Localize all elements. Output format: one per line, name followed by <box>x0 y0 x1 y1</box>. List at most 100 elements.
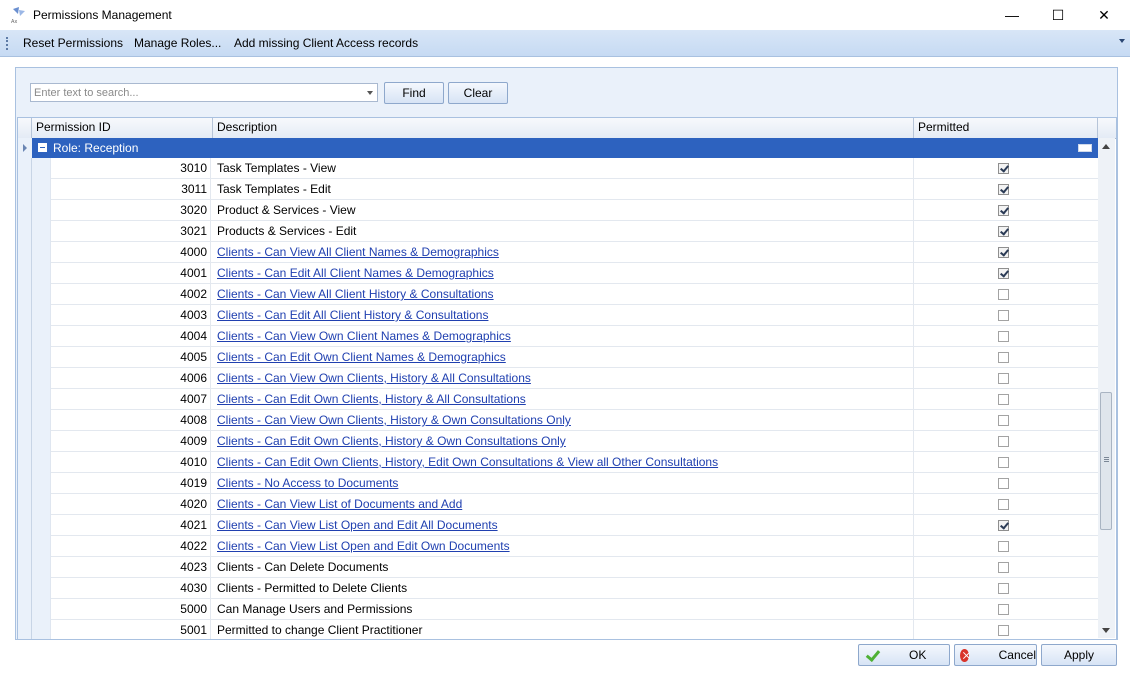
permitted-checkbox[interactable] <box>998 163 1009 174</box>
table-row[interactable]: 4000 Clients - Can View All Client Names … <box>18 242 1098 263</box>
permitted-checkbox[interactable] <box>998 583 1009 594</box>
permitted-checkbox[interactable] <box>998 541 1009 552</box>
permitted-checkbox[interactable] <box>998 436 1009 447</box>
scroll-thumb[interactable] <box>1100 392 1112 530</box>
description-cell[interactable]: Clients - Can View List Open and Edit Ow… <box>213 536 914 557</box>
table-row[interactable]: 4023 Clients - Can Delete Documents <box>18 557 1098 578</box>
menu-manage-roles[interactable]: Manage Roles... <box>134 36 221 50</box>
permitted-checkbox[interactable] <box>998 289 1009 300</box>
description-cell[interactable]: Clients - Can View Own Clients, History … <box>213 368 914 389</box>
row-indicator[interactable] <box>18 620 32 639</box>
description-cell[interactable]: Clients - Can View List of Documents and… <box>213 494 914 515</box>
permitted-checkbox[interactable] <box>998 562 1009 573</box>
row-indicator[interactable] <box>18 326 32 347</box>
description-cell[interactable]: Clients - Can Edit Own Clients, History,… <box>213 452 914 473</box>
group-panel-icon[interactable] <box>1078 144 1092 152</box>
table-row[interactable]: 4007 Clients - Can Edit Own Clients, Hist… <box>18 389 1098 410</box>
collapse-group-icon[interactable] <box>38 143 47 152</box>
apply-button[interactable]: Apply <box>1041 644 1117 666</box>
search-combobox[interactable] <box>30 83 378 102</box>
permitted-checkbox[interactable] <box>998 268 1009 279</box>
description-cell[interactable]: Clients - No Access to Documents <box>213 473 914 494</box>
find-button[interactable]: Find <box>384 82 444 104</box>
permitted-checkbox[interactable] <box>998 520 1009 531</box>
search-dropdown-icon[interactable] <box>367 91 373 95</box>
table-row[interactable]: 4005 Clients - Can Edit Own Client Names … <box>18 347 1098 368</box>
permitted-checkbox[interactable] <box>998 226 1009 237</box>
row-indicator[interactable] <box>18 242 32 263</box>
permitted-checkbox[interactable] <box>998 205 1009 216</box>
row-indicator[interactable] <box>18 494 32 515</box>
menu-overflow-chevron-icon[interactable] <box>1119 39 1125 43</box>
menu-grip-icon[interactable] <box>6 37 10 50</box>
row-indicator[interactable] <box>18 368 32 389</box>
table-row[interactable]: 4030 Clients - Permitted to Delete Client… <box>18 578 1098 599</box>
row-indicator[interactable] <box>18 284 32 305</box>
table-row[interactable]: 4020 Clients - Can View List of Documents… <box>18 494 1098 515</box>
permitted-checkbox[interactable] <box>998 352 1009 363</box>
table-row[interactable]: 4022 Clients - Can View List Open and Edi… <box>18 536 1098 557</box>
description-cell[interactable]: Clients - Can Edit Own Clients, History … <box>213 431 914 452</box>
table-row[interactable]: 4001 Clients - Can Edit All Client Names … <box>18 263 1098 284</box>
table-row[interactable]: 3010 Task Templates - View <box>18 158 1098 179</box>
description-cell[interactable]: Clients - Can View Own Clients, History … <box>213 410 914 431</box>
description-cell[interactable]: Clients - Can Edit Own Clients, History … <box>213 389 914 410</box>
row-indicator[interactable] <box>18 431 32 452</box>
table-row[interactable]: 4019 Clients - No Access to Documents <box>18 473 1098 494</box>
row-indicator[interactable] <box>18 410 32 431</box>
permitted-checkbox[interactable] <box>998 331 1009 342</box>
permitted-checkbox[interactable] <box>998 310 1009 321</box>
column-permitted[interactable]: Permitted <box>914 118 1098 138</box>
table-row[interactable]: 4009 Clients - Can Edit Own Clients, Hist… <box>18 431 1098 452</box>
permitted-checkbox[interactable] <box>998 499 1009 510</box>
permitted-checkbox[interactable] <box>998 457 1009 468</box>
description-cell[interactable]: Clients - Can View List Open and Edit Al… <box>213 515 914 536</box>
row-indicator[interactable] <box>18 221 32 242</box>
table-row[interactable]: 5000 Can Manage Users and Permissions <box>18 599 1098 620</box>
description-cell[interactable]: Clients - Can Edit All Client History & … <box>213 305 914 326</box>
scroll-up-icon[interactable] <box>1102 144 1110 149</box>
description-cell[interactable]: Clients - Can View All Client History & … <box>213 284 914 305</box>
table-row[interactable]: 4006 Clients - Can View Own Clients, Hist… <box>18 368 1098 389</box>
table-row[interactable]: 4021 Clients - Can View List Open and Edi… <box>18 515 1098 536</box>
row-indicator[interactable] <box>18 557 32 578</box>
group-row-role[interactable]: Role: Reception <box>18 138 1098 158</box>
close-button[interactable]: ✕ <box>1081 0 1127 30</box>
permitted-checkbox[interactable] <box>998 625 1009 636</box>
table-row[interactable]: 3021 Products & Services - Edit <box>18 221 1098 242</box>
permitted-checkbox[interactable] <box>998 478 1009 489</box>
vertical-scrollbar[interactable] <box>1098 138 1115 638</box>
minimize-button[interactable]: — <box>989 0 1035 30</box>
row-indicator[interactable] <box>18 305 32 326</box>
search-input[interactable] <box>31 84 367 101</box>
row-indicator[interactable] <box>18 536 32 557</box>
menu-add-missing-client-access[interactable]: Add missing Client Access records <box>234 36 418 50</box>
row-indicator[interactable] <box>18 599 32 620</box>
column-permission-id[interactable]: Permission ID <box>32 118 213 138</box>
cancel-button[interactable]: Cancel <box>954 644 1037 666</box>
table-row[interactable]: 3011 Task Templates - Edit <box>18 179 1098 200</box>
maximize-button[interactable]: ☐ <box>1035 0 1081 30</box>
menu-reset-permissions[interactable]: Reset Permissions <box>23 36 123 50</box>
row-indicator[interactable] <box>18 578 32 599</box>
scroll-down-icon[interactable] <box>1102 628 1110 633</box>
description-cell[interactable]: Clients - Can View Own Client Names & De… <box>213 326 914 347</box>
permitted-checkbox[interactable] <box>998 415 1009 426</box>
permitted-checkbox[interactable] <box>998 604 1009 615</box>
table-row[interactable]: 4002 Clients - Can View All Client Histor… <box>18 284 1098 305</box>
table-row[interactable]: 5001 Permitted to change Client Practitio… <box>18 620 1098 639</box>
column-description[interactable]: Description <box>213 118 914 138</box>
table-row[interactable]: 4003 Clients - Can Edit All Client Histor… <box>18 305 1098 326</box>
row-indicator[interactable] <box>18 515 32 536</box>
permitted-checkbox[interactable] <box>998 184 1009 195</box>
description-cell[interactable]: Clients - Can Edit All Client Names & De… <box>213 263 914 284</box>
table-row[interactable]: 4008 Clients - Can View Own Clients, Hist… <box>18 410 1098 431</box>
row-indicator[interactable] <box>18 179 32 200</box>
row-indicator[interactable] <box>18 473 32 494</box>
description-cell[interactable]: Clients - Can View All Client Names & De… <box>213 242 914 263</box>
row-indicator[interactable] <box>18 452 32 473</box>
description-cell[interactable]: Clients - Can Edit Own Client Names & De… <box>213 347 914 368</box>
permitted-checkbox[interactable] <box>998 373 1009 384</box>
table-row[interactable]: 4010 Clients - Can Edit Own Clients, Hist… <box>18 452 1098 473</box>
table-row[interactable]: 4004 Clients - Can View Own Client Names … <box>18 326 1098 347</box>
